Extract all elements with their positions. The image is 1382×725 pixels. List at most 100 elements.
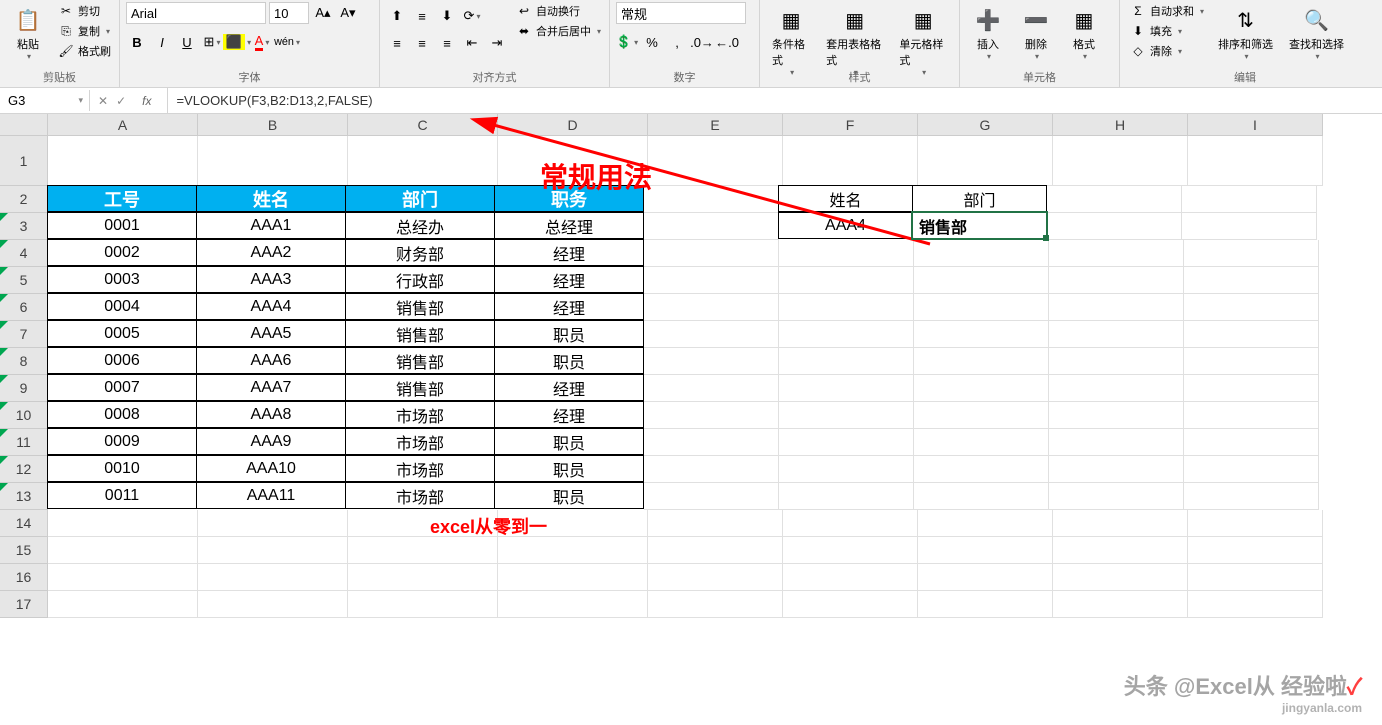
comma-button[interactable]: , xyxy=(666,31,688,53)
cell[interactable] xyxy=(1184,402,1319,429)
conditional-format-button[interactable]: ▦条件格式▾ xyxy=(766,2,816,79)
cell[interactable]: 职员 xyxy=(494,455,644,482)
font-name-select[interactable] xyxy=(126,2,266,24)
cell[interactable] xyxy=(779,456,914,483)
align-center-button[interactable]: ≡ xyxy=(411,32,433,54)
cell[interactable] xyxy=(1184,375,1319,402)
underline-button[interactable]: U xyxy=(176,31,198,53)
cancel-formula-button[interactable]: ✕ xyxy=(98,94,108,108)
cell[interactable] xyxy=(348,591,498,618)
cell[interactable]: 0010 xyxy=(47,455,197,482)
cell[interactable] xyxy=(779,321,914,348)
cell[interactable] xyxy=(498,591,648,618)
cell[interactable] xyxy=(783,537,918,564)
cell[interactable] xyxy=(1049,483,1184,510)
col-header[interactable]: F xyxy=(783,114,918,136)
row-header[interactable]: 1 xyxy=(0,136,48,186)
cell[interactable] xyxy=(648,537,783,564)
cell[interactable]: 0005 xyxy=(47,320,197,347)
delete-button[interactable]: ➖删除▾ xyxy=(1014,2,1058,63)
cell[interactable] xyxy=(1182,186,1317,213)
cell[interactable]: 经理 xyxy=(494,401,644,428)
row-header[interactable]: 3 xyxy=(0,213,48,240)
cell[interactable] xyxy=(914,456,1049,483)
cell-styles-button[interactable]: ▦单元格样式▾ xyxy=(893,2,953,79)
cell[interactable] xyxy=(644,456,779,483)
currency-button[interactable]: 💲▾ xyxy=(616,31,638,53)
cell[interactable]: 职员 xyxy=(494,428,644,455)
cell[interactable] xyxy=(1184,321,1319,348)
cell[interactable] xyxy=(1053,537,1188,564)
row-header[interactable]: 8 xyxy=(0,348,48,375)
cell[interactable] xyxy=(1049,456,1184,483)
cell[interactable] xyxy=(914,483,1049,510)
cell[interactable] xyxy=(918,564,1053,591)
cell[interactable] xyxy=(1188,510,1323,537)
cell[interactable]: AAA5 xyxy=(196,320,346,347)
percent-button[interactable]: % xyxy=(641,31,663,53)
cut-button[interactable]: ✂剪切 xyxy=(54,2,115,20)
phonetic-button[interactable]: wén▾ xyxy=(276,31,298,53)
cell[interactable] xyxy=(498,537,648,564)
cell[interactable] xyxy=(1182,213,1317,240)
cell[interactable] xyxy=(783,136,918,186)
cell[interactable] xyxy=(779,267,914,294)
cell[interactable] xyxy=(644,429,779,456)
cell[interactable] xyxy=(198,564,348,591)
cell[interactable] xyxy=(783,510,918,537)
cell[interactable] xyxy=(914,267,1049,294)
cell[interactable]: 部门 xyxy=(345,185,495,212)
find-select-button[interactable]: 🔍查找和选择▾ xyxy=(1283,2,1350,63)
cell[interactable]: AAA4 xyxy=(778,212,913,239)
accept-formula-button[interactable]: ✓ xyxy=(116,94,126,108)
cell[interactable]: 销售部 xyxy=(345,293,495,320)
cell[interactable] xyxy=(48,537,198,564)
cell[interactable]: 部门 xyxy=(912,185,1047,212)
cell[interactable]: 0003 xyxy=(47,266,197,293)
autosum-button[interactable]: Σ自动求和▾ xyxy=(1126,2,1208,20)
col-header[interactable]: E xyxy=(648,114,783,136)
cell[interactable]: AAA8 xyxy=(196,401,346,428)
col-header[interactable]: H xyxy=(1053,114,1188,136)
cell[interactable] xyxy=(1184,456,1319,483)
cell[interactable] xyxy=(1049,240,1184,267)
cell[interactable] xyxy=(914,402,1049,429)
cell[interactable] xyxy=(48,591,198,618)
cell[interactable] xyxy=(779,375,914,402)
merge-center-button[interactable]: ⬌合并后居中▾ xyxy=(512,22,605,40)
wrap-text-button[interactable]: ↩自动换行 xyxy=(512,2,605,20)
cell[interactable] xyxy=(48,510,198,537)
cell[interactable] xyxy=(914,240,1049,267)
cell[interactable] xyxy=(198,510,348,537)
cell[interactable] xyxy=(914,321,1049,348)
cell[interactable] xyxy=(1184,294,1319,321)
cell[interactable]: 销售部 xyxy=(345,320,495,347)
cell[interactable]: 姓名 xyxy=(196,185,346,212)
cell[interactable]: 经理 xyxy=(494,374,644,401)
cell[interactable]: 职员 xyxy=(494,347,644,374)
align-middle-button[interactable]: ≡ xyxy=(411,5,433,27)
cell[interactable] xyxy=(914,348,1049,375)
cell[interactable] xyxy=(648,510,783,537)
cell[interactable]: 市场部 xyxy=(345,401,495,428)
cell[interactable] xyxy=(644,321,779,348)
cell[interactable]: 销售部 xyxy=(345,374,495,401)
align-top-button[interactable]: ⬆ xyxy=(386,5,408,27)
cell[interactable]: AAA11 xyxy=(196,482,346,509)
increase-font-button[interactable]: A▴ xyxy=(312,2,334,24)
row-header[interactable]: 7 xyxy=(0,321,48,348)
col-header[interactable]: C xyxy=(348,114,498,136)
cell[interactable] xyxy=(1188,591,1323,618)
row-header[interactable]: 12 xyxy=(0,456,48,483)
cell[interactable]: AAA9 xyxy=(196,428,346,455)
cell[interactable] xyxy=(1184,348,1319,375)
cell[interactable] xyxy=(48,136,198,186)
align-right-button[interactable]: ≡ xyxy=(436,32,458,54)
cell[interactable] xyxy=(918,591,1053,618)
cell[interactable] xyxy=(348,564,498,591)
cell[interactable] xyxy=(1047,186,1182,213)
col-header[interactable]: D xyxy=(498,114,648,136)
cell[interactable] xyxy=(779,429,914,456)
cell[interactable]: 0007 xyxy=(47,374,197,401)
cell[interactable] xyxy=(48,564,198,591)
